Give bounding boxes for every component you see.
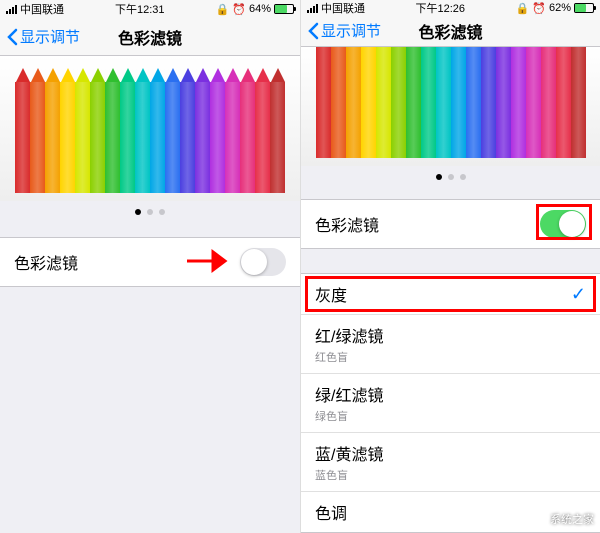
clock: 下午12:26 xyxy=(416,0,466,16)
color-filter-switch[interactable] xyxy=(540,210,586,238)
pencil xyxy=(526,47,541,158)
pencil xyxy=(195,68,210,193)
toggle-cell: 色彩滤镜 xyxy=(0,237,300,287)
option-label: 绿/红滤镜 xyxy=(315,382,586,406)
color-filter-switch[interactable] xyxy=(240,248,286,276)
chevron-left-icon xyxy=(6,28,18,46)
lock-icon: 🔒 xyxy=(216,3,230,16)
dot-active xyxy=(135,209,141,215)
filter-option[interactable]: 蓝/黄滤镜蓝色盲 xyxy=(301,433,600,492)
pencils-preview[interactable] xyxy=(301,47,600,166)
dot xyxy=(460,174,466,180)
pencil xyxy=(15,68,30,193)
pencil xyxy=(150,68,165,193)
back-label: 显示调节 xyxy=(321,20,381,41)
alarm-icon: ⏰ xyxy=(532,2,546,15)
filter-option[interactable]: 色调 xyxy=(301,492,600,532)
screenshot-right: 中国联通 下午12:26 🔒 ⏰ 62% 显示调节 色彩滤镜 xyxy=(300,0,600,533)
pencil xyxy=(541,47,556,158)
pencil xyxy=(135,68,150,193)
option-sublabel: 红色盲 xyxy=(315,349,586,365)
back-button[interactable]: 显示调节 xyxy=(6,26,80,47)
clock: 下午12:31 xyxy=(115,1,165,17)
pencil xyxy=(60,68,75,193)
battery-pct: 62% xyxy=(549,2,571,14)
battery-icon xyxy=(274,4,294,14)
alarm-icon: ⏰ xyxy=(232,3,246,16)
status-bar: 中国联通 下午12:26 🔒 ⏰ 62% xyxy=(301,0,600,16)
filter-option[interactable]: 灰度✓ xyxy=(301,274,600,315)
highlight-arrow-icon xyxy=(185,248,235,274)
filter-option[interactable]: 红/绿滤镜红色盲 xyxy=(301,315,600,374)
dot-active xyxy=(436,174,442,180)
pencil xyxy=(556,47,571,158)
back-label: 显示调节 xyxy=(20,26,80,47)
pencil xyxy=(571,47,586,158)
lock-icon: 🔒 xyxy=(516,2,530,15)
screenshot-left: 中国联通 下午12:31 🔒 ⏰ 64% 显示调节 色彩滤镜 xyxy=(0,0,300,533)
pencil xyxy=(240,68,255,193)
checkmark-icon: ✓ xyxy=(571,284,586,305)
dot xyxy=(448,174,454,180)
battery-icon xyxy=(574,3,594,13)
pencil xyxy=(511,47,526,158)
option-sublabel: 蓝色盲 xyxy=(315,467,586,483)
dot xyxy=(147,209,153,215)
battery-pct: 64% xyxy=(249,3,271,15)
pencil xyxy=(105,68,120,193)
option-label: 蓝/黄滤镜 xyxy=(315,441,586,465)
pencil xyxy=(120,68,135,193)
pencil xyxy=(30,68,45,193)
carrier-label: 中国联通 xyxy=(321,0,365,16)
page-dots xyxy=(301,166,600,188)
toggle-label: 色彩滤镜 xyxy=(315,212,379,236)
status-bar: 中国联通 下午12:31 🔒 ⏰ 64% xyxy=(0,0,300,18)
nav-bar: 显示调节 色彩滤镜 xyxy=(0,18,300,56)
pencil xyxy=(466,47,481,158)
carrier-label: 中国联通 xyxy=(20,1,64,17)
page-dots xyxy=(0,201,300,223)
pencil xyxy=(165,68,180,193)
nav-bar: 显示调节 色彩滤镜 xyxy=(301,16,600,47)
pencil xyxy=(316,47,331,158)
pencil xyxy=(75,68,90,193)
filter-options-list: 灰度✓红/绿滤镜红色盲绿/红滤镜绿色盲蓝/黄滤镜蓝色盲色调 xyxy=(301,273,600,533)
pencil xyxy=(225,68,240,193)
pencil xyxy=(270,68,285,193)
pencil xyxy=(376,47,391,158)
pencil xyxy=(346,47,361,158)
pencil xyxy=(481,47,496,158)
toggle-cell: 色彩滤镜 xyxy=(301,199,600,249)
pencil xyxy=(406,47,421,158)
back-button[interactable]: 显示调节 xyxy=(307,20,381,41)
pencil xyxy=(436,47,451,158)
chevron-left-icon xyxy=(307,22,319,40)
pencil xyxy=(451,47,466,158)
option-label: 色调 xyxy=(315,500,586,524)
pencil xyxy=(391,47,406,158)
pencil xyxy=(180,68,195,193)
signal-icon xyxy=(6,5,17,14)
toggle-label: 色彩滤镜 xyxy=(14,250,78,274)
filter-option[interactable]: 绿/红滤镜绿色盲 xyxy=(301,374,600,433)
pencil xyxy=(421,47,436,158)
pencil xyxy=(90,68,105,193)
dot xyxy=(159,209,165,215)
pencil xyxy=(361,47,376,158)
pencils-preview[interactable] xyxy=(0,56,300,201)
option-sublabel: 绿色盲 xyxy=(315,408,586,424)
signal-icon xyxy=(307,4,318,13)
pencil xyxy=(496,47,511,158)
pencil xyxy=(255,68,270,193)
option-label: 灰度 xyxy=(315,282,586,306)
pencil xyxy=(210,68,225,193)
option-label: 红/绿滤镜 xyxy=(315,323,586,347)
pencil xyxy=(45,68,60,193)
pencil xyxy=(331,47,346,158)
